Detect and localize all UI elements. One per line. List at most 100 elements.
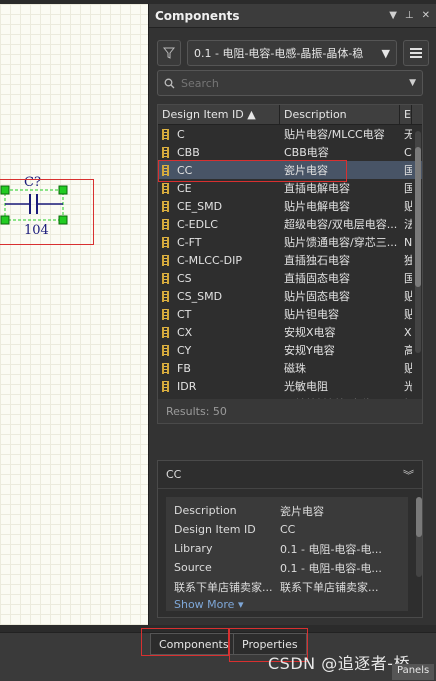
property-value: 0.1 - 电阻-电容-电... <box>280 542 382 556</box>
property-key: Library <box>174 542 213 555</box>
component-icon <box>162 218 169 230</box>
cell-design-item-id: C-MLCC-DIP <box>158 254 280 267</box>
search-dropdown-icon[interactable]: ▼ <box>409 78 416 88</box>
property-value: 联系下单店铺卖家... <box>280 580 379 594</box>
component-icon <box>162 362 169 374</box>
column-header-extra[interactable]: E <box>400 105 412 124</box>
cell-description: 安规Y电容 <box>284 344 335 357</box>
table-row[interactable]: CBB CBB电容 C <box>158 143 422 161</box>
component-icon <box>162 254 169 266</box>
table-row[interactable]: C-MLCC-DIP 直插独石电容 独 <box>158 251 422 269</box>
cell-extra: 法 <box>400 216 412 232</box>
cell-design-item-id: CE <box>158 182 280 195</box>
panel-header: Components ▼ ⊥ ✕ <box>149 4 436 28</box>
components-panel: Components ▼ ⊥ ✕ 0.1 - 电阻-电容-电感-晶振-晶体-稳 … <box>148 4 436 625</box>
cell-design-item-id: CX <box>158 326 280 339</box>
search-box[interactable]: ▼ <box>157 70 423 96</box>
cell-design-item-id: C-FT <box>158 236 280 249</box>
table-row[interactable]: IDR 光敏电阻 光 <box>158 377 422 395</box>
property-value: 瓷片电容 <box>280 504 324 518</box>
canvas-top-border <box>0 0 148 4</box>
cell-design-item-id: CS_SMD <box>158 290 280 303</box>
column-header-description[interactable]: Description <box>280 105 400 124</box>
search-input[interactable] <box>181 76 410 90</box>
cell-extra: C <box>404 145 412 159</box>
show-more-link[interactable]: Show More ▾ <box>174 598 400 611</box>
component-icon <box>162 380 169 392</box>
cell-description: 直插电解电容 <box>284 182 350 195</box>
component-icon <box>162 164 169 176</box>
table-row[interactable]: CE_SMD 贴片电解电容 贴 <box>158 197 422 215</box>
cell-extra: X <box>404 325 412 339</box>
cell-design-item-id: CE_SMD <box>158 200 280 213</box>
table-row[interactable]: CE 直插电解电容 国 <box>158 179 422 197</box>
cell-extra: 独 <box>400 252 412 268</box>
filter-icon <box>163 47 175 59</box>
library-select-value: 0.1 - 电阻-电容-电感-晶振-晶体-稳 <box>194 47 364 60</box>
cell-description: 贴片馈通电容/穿芯三... <box>284 236 398 249</box>
dropdown-menu-icon[interactable]: ▼ <box>389 10 397 21</box>
component-icon <box>162 236 169 248</box>
cell-design-item-id: CT <box>158 308 280 321</box>
table-row[interactable]: CT 贴片钽电容 贴 <box>158 305 422 323</box>
filter-button[interactable] <box>157 40 181 66</box>
cell-design-item-id: CC <box>158 164 280 177</box>
panel-menu-button[interactable] <box>403 40 429 66</box>
property-row: Library 0.1 - 电阻-电容-电... <box>174 539 400 558</box>
table-row[interactable]: CS 直插固态电容 国 <box>158 269 422 287</box>
component-detail: CC ︾ Description 瓷片电容 Design Item ID CC Libr… <box>157 460 423 618</box>
library-select[interactable]: 0.1 - 电阻-电容-电感-晶振-晶体-稳 ▼ <box>187 40 397 66</box>
column-header-design-item-id[interactable]: Design Item ID ▲ <box>158 105 280 124</box>
table-row[interactable]: C-EDLC 超级电容/双电层电容...法 <box>158 215 422 233</box>
cell-design-item-id: C-EDLC <box>158 218 280 231</box>
property-row: Description 瓷片电容 <box>174 501 400 520</box>
property-row: Design Item ID CC <box>174 520 400 539</box>
cell-design-item-id: C <box>158 128 280 141</box>
cell-extra: 贴 <box>400 288 412 304</box>
table-row[interactable]: CC 瓷片电容 国 <box>158 161 422 179</box>
cell-design-item-id: FB <box>158 362 280 375</box>
cell-extra: 高 <box>400 342 412 358</box>
watermark-text: CSDN @追逐者-桥 <box>268 654 410 673</box>
cell-extra: 国 <box>400 162 412 178</box>
cell-description: 直插独石电容 <box>284 254 350 267</box>
component-icon <box>162 272 169 284</box>
panel-title: Components <box>155 8 240 23</box>
table-row[interactable]: FB 磁珠 贴 <box>158 359 422 377</box>
pin-icon[interactable]: ⊥ <box>405 10 414 21</box>
property-row: Source 0.1 - 电阻-电容-电... <box>174 558 400 577</box>
panels-button[interactable]: Panels <box>392 664 435 680</box>
cell-extra: 光 <box>400 378 412 394</box>
tab-highlight-outline <box>141 628 229 656</box>
table-row[interactable]: CX 安规X电容 X <box>158 323 422 341</box>
cell-description: 直插固态电容 <box>284 272 350 285</box>
cell-description: 瓷片电容 <box>284 164 328 177</box>
chevron-down-icon: ▼ <box>381 46 390 60</box>
detail-scrollbar[interactable] <box>416 497 422 577</box>
component-icon <box>162 344 169 356</box>
table-row[interactable]: CY 安规Y电容 高 <box>158 341 422 359</box>
collapse-icon[interactable]: ︾ <box>403 467 414 483</box>
component-icon <box>162 146 169 158</box>
components-table: Design Item ID ▲ Description E C 贴片电容/MLC… <box>157 104 423 424</box>
detail-title: CC <box>166 468 182 481</box>
results-count: Results: 50 <box>158 399 422 423</box>
cell-extra: 国 <box>400 270 412 286</box>
cell-extra: 国 <box>400 180 412 196</box>
cell-description: 贴片电容/MLCC电容 <box>284 128 385 141</box>
component-icon <box>162 308 169 320</box>
property-key: 联系下单店铺卖家... <box>174 580 273 594</box>
cell-design-item-id: IDR <box>158 380 280 393</box>
cell-description: 贴片固态电容 <box>284 290 350 303</box>
property-key: Design Item ID <box>174 523 256 536</box>
schematic-canvas[interactable] <box>0 0 148 625</box>
table-row[interactable]: C 贴片电容/MLCC电容 无 <box>158 125 422 143</box>
property-key: Source <box>174 561 212 574</box>
table-row[interactable]: CS_SMD 贴片固态电容 贴 <box>158 287 422 305</box>
table-row[interactable]: C-FT 贴片馈通电容/穿芯三... N <box>158 233 422 251</box>
table-scrollbar[interactable] <box>415 131 421 353</box>
cell-description: CBB电容 <box>284 146 329 159</box>
cell-description: 光敏电阻 <box>284 380 328 393</box>
cell-description: 安规X电容 <box>284 326 336 339</box>
close-icon[interactable]: ✕ <box>422 10 430 21</box>
